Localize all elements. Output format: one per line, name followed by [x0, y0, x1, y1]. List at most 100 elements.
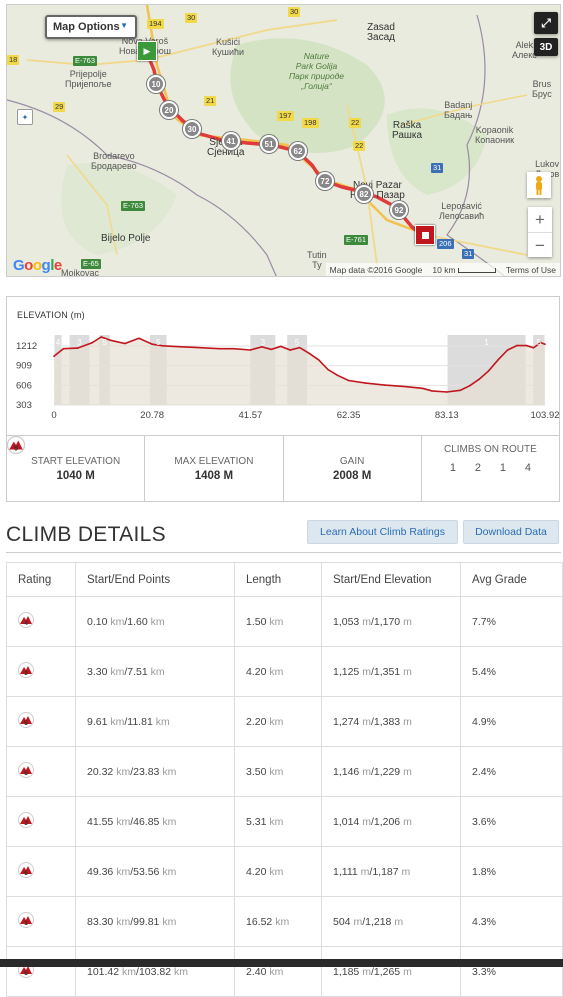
road-badge: 30 [288, 7, 301, 17]
elevation-point [506, 349, 509, 351]
start-end-elevation-cell: 1,146 m/1,229 m [321, 746, 461, 797]
column-header-start-end-points[interactable]: Start/End Points [75, 562, 235, 597]
climb-band-tag: 3 [77, 338, 82, 347]
climb-rating-cell: 1 [6, 896, 76, 947]
table-row[interactable]: 3 41.55 km/46.85 km 5.31 km 1,014 m/1,206 m… [6, 796, 563, 847]
map-scale: 10 km [432, 265, 496, 275]
chevron-down-icon: ▼ [120, 21, 128, 30]
start-end-elevation-cell: 1,014 m/1,206 m [321, 796, 461, 847]
elevation-point [487, 369, 490, 372]
avg-grade-cell: 3.6% [460, 796, 563, 847]
street-view-pegman-icon[interactable] [527, 172, 551, 198]
start-end-points-cell: 20.32 km/23.83 km [75, 746, 235, 797]
table-row[interactable]: 3 3.30 km/7.51 km 4.20 km 1,125 m/1,351 m 5.… [6, 646, 563, 697]
map-label-raska: Raška Рашка [392, 120, 423, 141]
table-row[interactable]: 5 49.36 km/53.56 km 4.20 km 1,111 m/1,187 m… [6, 846, 563, 897]
table-row[interactable]: 4 0.10 km/1.60 km 1.50 km 1,053 m/1,170 m 7.… [6, 596, 563, 647]
route-km-marker[interactable]: 72 [316, 172, 334, 190]
table-row[interactable]: 5 9.61 km/11.81 km 2.20 km 1,274 m/1,383 m4… [6, 696, 563, 747]
climb-category-icon: 5 [18, 762, 34, 781]
learn-climb-ratings-button[interactable]: Learn About Climb Ratings [307, 520, 458, 544]
road-badge: 22 [353, 141, 366, 151]
column-header-length[interactable]: Length [234, 562, 322, 597]
start-end-points-cell: 3.30 km/7.51 km [75, 646, 235, 697]
table-row[interactable]: 5 20.32 km/23.83 km 3.50 km 1,146 m/1,229 m… [6, 746, 563, 797]
climb-details-table: Rating Start/End Points Length Start/End… [6, 562, 563, 997]
table-row[interactable]: 5 101.42 km/103.82 km 2.40 km 1,185 m/1,265… [6, 946, 563, 997]
route-km-marker[interactable]: 10 [147, 75, 165, 93]
route-km-marker[interactable]: 51 [260, 135, 278, 153]
zoom-in-button[interactable]: + [528, 207, 552, 233]
zoom-out-button[interactable]: − [528, 233, 552, 258]
elevation-point [468, 384, 471, 387]
length-cell: 5.31 km [234, 796, 322, 847]
route-km-marker[interactable]: 30 [183, 120, 201, 138]
length-cell: 2.20 km [234, 696, 322, 747]
fullscreen-button[interactable]: ⤢ [534, 12, 558, 34]
google-logo: Google [13, 257, 62, 274]
map-options-dropdown[interactable]: Map Options ▼ [45, 15, 137, 39]
climb-category-count: 4 [524, 462, 531, 474]
road-badge: 31 [431, 163, 444, 173]
elevation-point [76, 347, 79, 349]
download-data-button[interactable]: Download Data [463, 520, 559, 544]
terms-of-use-link[interactable]: Terms of Use [506, 265, 556, 275]
start-end-elevation-cell: 1,125 m/1,351 m [321, 646, 461, 697]
elevation-point [53, 355, 55, 358]
map-3d-button[interactable]: 3D [534, 38, 558, 56]
column-header-rating[interactable]: Rating [6, 562, 76, 597]
elevation-point [516, 344, 518, 347]
elevation-point [161, 345, 164, 347]
map-label-leposavic: Leposavić Лепосавић [439, 201, 485, 221]
avg-grade-cell: 5.4% [460, 646, 563, 697]
elevation-point [402, 385, 405, 388]
x-tick-label: 103.92 [530, 410, 559, 421]
map-footer: Map data ©2016 Google 10 km Terms of Use [325, 263, 560, 276]
climb-rating-cell: 5 [6, 746, 76, 797]
length-cell: 4.20 km [234, 846, 322, 897]
elevation-point [532, 346, 535, 349]
climb-band-tag: 5 [102, 338, 107, 347]
route-km-marker[interactable]: 20 [160, 101, 178, 119]
elevation-point [180, 345, 183, 348]
y-tick-label: 1212 [16, 341, 37, 352]
map-label-tutin: Tutin Ту [307, 250, 327, 270]
x-tick-label: 0 [51, 410, 56, 421]
elevation-point [194, 346, 197, 349]
column-header-start-end-elevation[interactable]: Start/End Elevation [321, 562, 461, 597]
start-end-points-cell: 41.55 km/46.85 km [75, 796, 235, 847]
route-km-marker[interactable]: 41 [222, 132, 240, 150]
climb-band-tag: 3 [261, 338, 266, 347]
column-header-avg-grade[interactable]: Avg Grade [460, 562, 563, 597]
climb-category-icon: 1 [18, 912, 34, 931]
route-start-icon[interactable]: ▶ [137, 41, 157, 61]
climb-category-summary: 41 [7, 436, 512, 474]
climb-band-tag: 5 [295, 338, 300, 347]
elevation-chart[interactable]: 1212 909 606 303 0 20.78 41.57 62.35 83.13 103.92… [7, 297, 561, 433]
climb-category-count: 1 [499, 462, 506, 474]
climb-rating-cell: 5 [6, 846, 76, 897]
climb-band-tag: 5 [156, 338, 161, 347]
climb-rating-cell: 3 [6, 796, 76, 847]
route-km-marker[interactable]: 82 [355, 185, 373, 203]
map-label-brus: Brus Брус [532, 79, 552, 99]
max-elevation-stat: MAX ELEVATION 1408 M [145, 436, 284, 502]
compass-icon[interactable]: ✦ [17, 109, 33, 125]
route-km-marker[interactable]: 92 [390, 201, 408, 219]
table-row[interactable]: 1 83.30 km/99.81 km 16.52 km 504 m/1,218 m4… [6, 896, 563, 947]
elevation-point [317, 358, 320, 361]
map-label-kopaonik: Kopaonik Копаоник [475, 125, 515, 145]
avg-grade-cell: 1.8% [460, 846, 563, 897]
zoom-control[interactable]: + − [528, 207, 552, 257]
route-map[interactable]: Nova VarošНова Варош KušićiКушићи ZasadЗ… [6, 4, 561, 277]
route-km-marker[interactable]: 62 [289, 142, 307, 160]
avg-grade-cell: 7.7% [460, 596, 563, 647]
climb-category-summary: 54 [7, 436, 537, 474]
climb-band-tag: 5 [537, 338, 542, 347]
elevation-point [270, 348, 273, 351]
route-end-icon[interactable] [415, 225, 435, 245]
y-tick-label: 909 [16, 361, 32, 372]
svg-text:5: 5 [24, 770, 28, 777]
elevation-point [90, 342, 93, 344]
climb-category-icon: 5 [18, 862, 34, 881]
